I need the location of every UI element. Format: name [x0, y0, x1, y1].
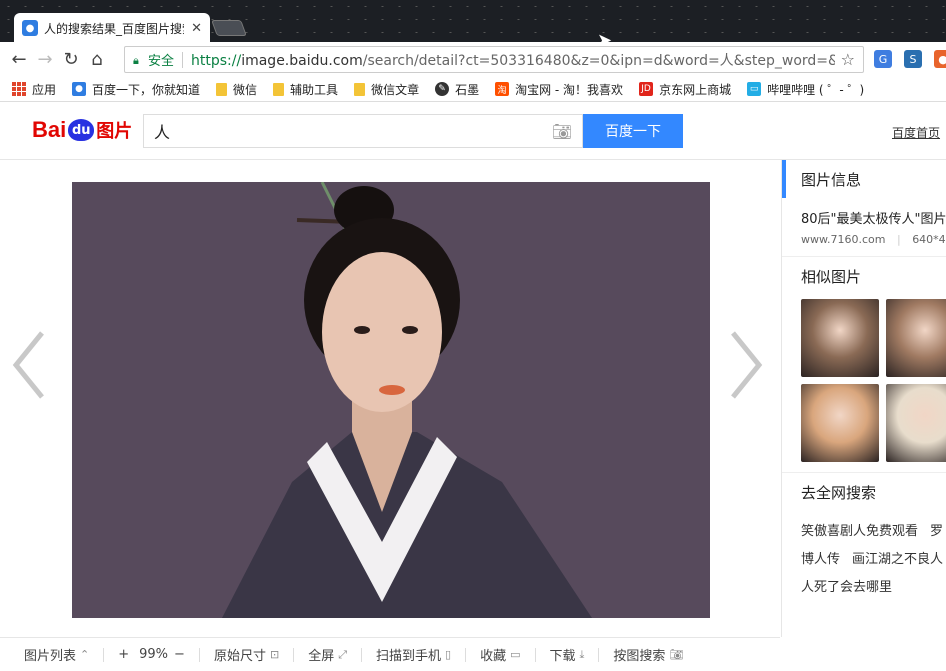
similar-thumbnails — [782, 295, 946, 472]
previous-arrow-icon[interactable] — [10, 325, 50, 405]
home-icon[interactable]: ⌂ — [84, 49, 110, 70]
image-search-button[interactable]: 按图搜索 📷︎ — [599, 645, 697, 664]
web-link-row: 笑傲喜剧人免费观看 罗 — [801, 515, 946, 543]
download-button[interactable]: 下载 ⤓ — [536, 645, 599, 665]
thumb-woman-dark-hair[interactable] — [886, 299, 946, 377]
browser-tab[interactable]: ● 人的搜索结果_百度图片搜索 ✕ — [14, 13, 210, 43]
new-tab-button[interactable] — [211, 20, 247, 36]
web-search-links: 笑傲喜剧人免费观看 罗 博人传 画江湖之不良人 人死了会去哪里 — [782, 511, 946, 599]
s-extension-icon[interactable]: S — [904, 50, 922, 68]
page-header: Bai du 图片 📷︎ 百度一下 百度首页 — [0, 102, 946, 160]
web-link[interactable]: 画江湖之不良人 — [852, 548, 943, 567]
image-info-heading: 图片信息 — [782, 160, 946, 198]
camera-icon[interactable]: 📷︎ — [552, 122, 572, 141]
baidu-image-page: Bai du 图片 📷︎ 百度一下 百度首页 — [0, 102, 946, 671]
lock-icon: 🔒︎ — [133, 53, 139, 67]
shimo-icon: ✎ — [435, 82, 450, 96]
back-arrow-icon[interactable]: ← — [6, 49, 32, 70]
web-link[interactable]: 笑傲喜剧人免费观看 — [801, 520, 918, 539]
collect-button[interactable]: 收藏 ▭ — [466, 645, 534, 664]
web-link[interactable]: 罗 — [930, 520, 943, 539]
original-size-icon: ⊡ — [269, 648, 280, 661]
bilibili-icon: ▭ — [747, 82, 762, 96]
image-info-meta: www.7160.com | 640*43 — [782, 233, 946, 256]
web-link[interactable]: 人死了会去哪里 — [801, 576, 892, 595]
home-link[interactable]: 百度首页 — [892, 124, 940, 141]
taobao-icon: 淘 — [495, 82, 510, 96]
similar-images-heading: 相似图片 — [801, 267, 862, 286]
fullscreen-icon: ⤢ — [338, 647, 348, 661]
web-link-row: 博人传 画江湖之不良人 — [801, 543, 946, 571]
zoom-control: + 99% − — [104, 647, 199, 662]
browser-toolbar: ← → ↻ ⌂ 🔒︎ 安全 https://image.baidu.com/se… — [0, 42, 946, 77]
reload-icon[interactable]: ↻ — [58, 49, 84, 70]
omnibox-divider — [182, 51, 184, 68]
bookmarks-bar: 应用 ● 百度一下，你就知道 微信 辅助工具 微信文章 ✎ 石墨 淘 淘宝网 -… — [0, 77, 946, 102]
zoom-value: 99% — [139, 647, 169, 662]
main-photo[interactable] — [72, 182, 710, 618]
download-icon: ⤓ — [579, 647, 585, 661]
portrait-illustration — [72, 182, 710, 618]
tab-title: 人的搜索结果_百度图片搜索 — [44, 21, 184, 36]
thumb-man-suit[interactable] — [801, 299, 879, 377]
folder-icon: ▭ — [510, 648, 521, 661]
bookmark-jd[interactable]: JD 京东网上商城 — [639, 81, 731, 98]
bookmark-shimo[interactable]: ✎ 石墨 — [435, 81, 479, 98]
camera-icon: 📷︎ — [669, 648, 684, 661]
bookmark-weixin[interactable]: 微信 — [216, 81, 257, 98]
bookmark-taobao[interactable]: 淘 淘宝网 - 淘！我喜欢 — [495, 81, 623, 98]
web-search-section: 去全网搜索 笑傲喜剧人免费观看 罗 博人传 画江湖之不良人 人死了会去哪里 — [782, 473, 946, 599]
thumb-woman-glasses[interactable] — [801, 384, 879, 462]
folder-icon — [354, 82, 366, 96]
web-link[interactable]: 博人传 — [801, 548, 840, 567]
image-size: 640*43 — [912, 233, 946, 246]
phone-icon: ▯ — [445, 648, 452, 661]
scan-to-phone-button[interactable]: 扫描到手机 ▯ — [362, 645, 465, 664]
image-info-section: 图片信息 80后"最美太极传人"图片 www.7160.com | 640*43 — [782, 160, 946, 257]
folder-icon — [273, 82, 285, 96]
translate-extension-icon[interactable]: G — [874, 50, 892, 68]
orange-extension-icon[interactable]: ● — [934, 50, 946, 68]
baidu-paw-icon: ● — [72, 82, 87, 96]
search-button[interactable]: 百度一下 — [583, 114, 683, 148]
jd-icon: JD — [639, 82, 654, 96]
bookmark-weixin-articles[interactable]: 微信文章 — [354, 81, 419, 98]
original-size-button[interactable]: 原始尺寸 ⊡ — [200, 645, 293, 664]
sidebar: 图片信息 80后"最美太极传人"图片 www.7160.com | 640*43… — [781, 160, 946, 637]
url-text[interactable]: https://image.baidu.com/search/detail?ct… — [191, 50, 835, 70]
zoom-out-button[interactable]: − — [174, 647, 185, 662]
image-list-button[interactable]: 图片列表 ⌃ — [0, 645, 103, 664]
bookmark-tools[interactable]: 辅助工具 — [273, 81, 338, 98]
zoom-in-button[interactable]: + — [118, 647, 129, 662]
thumb-woman-blonde[interactable] — [886, 384, 946, 462]
secure-label: 安全 — [148, 54, 175, 69]
bookmark-star-icon[interactable]: ☆ — [841, 50, 855, 69]
viewer-toolbar: 图片列表 ⌃ + 99% − 原始尺寸 ⊡ 全屏 ⤢ 扫描到手机 ▯ 收藏 ▭ 下载 ⤓ 按… — [0, 637, 780, 671]
forward-arrow-icon[interactable]: → — [32, 49, 58, 70]
search-box: 📷︎ — [143, 114, 583, 148]
similar-images-section: 相似图片 — [782, 257, 946, 473]
chevron-up-icon: ⌃ — [80, 648, 90, 661]
fullscreen-button[interactable]: 全屏 ⤢ — [294, 645, 361, 665]
browser-tabstrip: ● 人的搜索结果_百度图片搜索 ✕ ➤ — [0, 0, 946, 51]
bookmark-bilibili[interactable]: ▭ 哔哩哔哩 ( ゜- ゜) — [747, 81, 864, 98]
image-source[interactable]: www.7160.com — [801, 233, 885, 246]
close-icon[interactable]: ✕ — [191, 21, 202, 36]
next-arrow-icon[interactable] — [725, 325, 765, 405]
web-link-row: 人死了会去哪里 — [801, 571, 946, 599]
folder-icon — [216, 82, 228, 96]
address-bar[interactable]: 🔒︎ 安全 https://image.baidu.com/search/det… — [124, 46, 864, 73]
bookmark-baidu[interactable]: ● 百度一下，你就知道 — [72, 81, 200, 98]
image-viewer — [0, 160, 780, 637]
apps-icon — [12, 82, 26, 96]
web-search-heading: 去全网搜索 — [801, 483, 877, 502]
search-input[interactable] — [154, 121, 552, 141]
baidu-paw-icon: ● — [22, 20, 38, 36]
baidu-image-logo[interactable]: Bai du 图片 — [32, 112, 132, 148]
bookmark-apps[interactable]: 应用 — [12, 81, 56, 98]
image-info-title[interactable]: 80后"最美太极传人"图片 — [782, 198, 946, 233]
